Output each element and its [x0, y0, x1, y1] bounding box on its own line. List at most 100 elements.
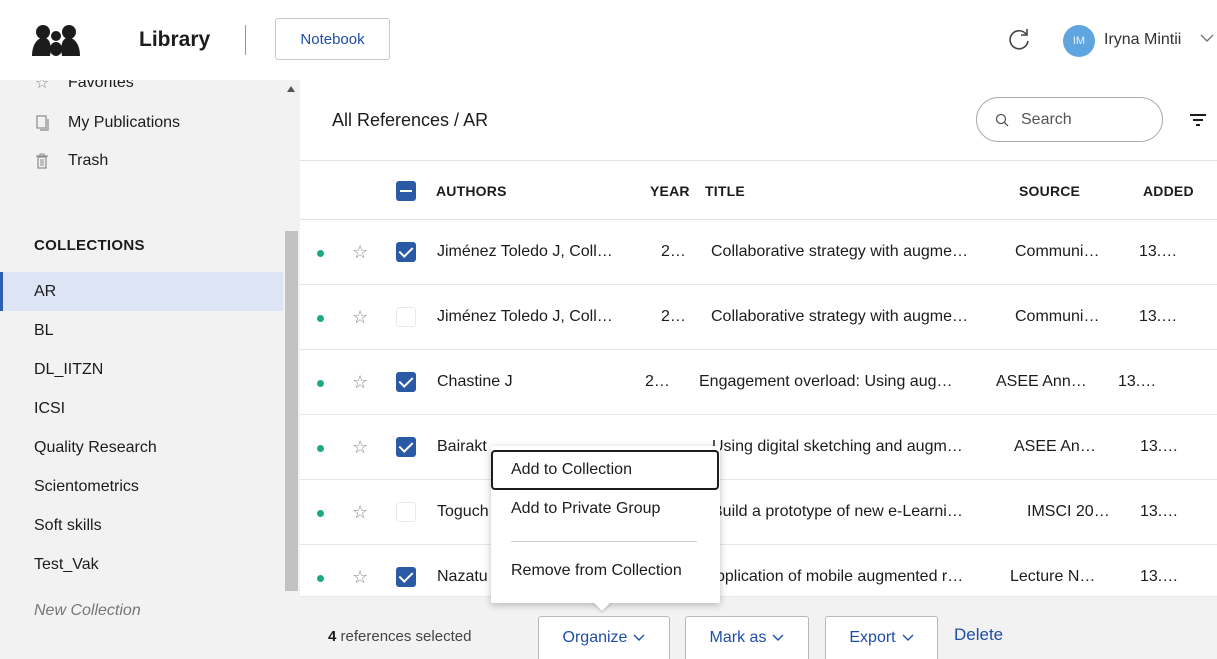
column-header-source[interactable]: SOURCE [1019, 183, 1080, 199]
library-title: Library [139, 28, 211, 51]
scroll-up-arrow-icon[interactable] [287, 86, 295, 92]
cell-authors: Chastine J [437, 373, 513, 390]
trash-icon [34, 153, 50, 169]
sidebar-item-icsi[interactable]: ICSI [0, 389, 283, 428]
menu-caret [592, 601, 612, 611]
sidebar-item-soft-skills[interactable]: Soft skills [0, 506, 283, 545]
column-header-year[interactable]: YEAR [650, 183, 690, 199]
unread-dot [317, 445, 324, 452]
star-icon[interactable]: ☆ [352, 372, 368, 393]
table-row[interactable]: ☆ Toguch Build a prototype of new e-Lear… [300, 480, 1217, 545]
star-icon[interactable]: ☆ [352, 567, 368, 588]
table-row[interactable]: ☆ Jiménez Toledo J, Coll… 2… Collaborati… [300, 220, 1217, 285]
unread-dot [317, 380, 324, 387]
mendeley-logo-icon[interactable] [30, 22, 82, 58]
selection-action-bar: 4 references selected Organize Mark as E… [300, 597, 1217, 659]
star-icon[interactable]: ☆ [352, 437, 368, 458]
cell-year: 2… [645, 373, 670, 390]
notebook-button[interactable]: Notebook [275, 18, 390, 60]
table-row[interactable]: ☆ Bairakt Using digital sketching and au… [300, 415, 1217, 480]
references-panel: All References / AR AUTHORS YEAR TITLE S… [300, 80, 1217, 659]
star-icon: ☆ [34, 80, 50, 92]
organize-button[interactable]: Organize [538, 616, 670, 659]
sidebar-item-favorites[interactable]: ☆ Favorites [0, 80, 283, 102]
selected-count-text: 4 references selected [328, 628, 471, 645]
sidebar-item-label: Favorites [68, 80, 134, 91]
table-row[interactable]: ☆ Chastine J 2… Engagement overload: Usi… [300, 350, 1217, 415]
sidebar-item-scientometrics[interactable]: Scientometrics [0, 467, 283, 506]
cell-authors: Toguch [437, 503, 489, 520]
sidebar-item-dl-iitzn[interactable]: DL_IITZN [0, 350, 283, 389]
star-icon[interactable]: ☆ [352, 242, 368, 263]
menu-item-remove-from-collection[interactable]: Remove from Collection [511, 562, 682, 580]
cell-authors: Bairakt [437, 438, 487, 455]
cell-year: 2… [661, 243, 686, 260]
unread-dot [317, 315, 324, 322]
table-row[interactable]: ☆ Nazatu pplication of mobile augmented … [300, 545, 1217, 597]
chevron-down-icon [772, 634, 784, 641]
unread-dot [317, 250, 324, 257]
row-checkbox[interactable] [396, 242, 416, 262]
select-all-checkbox[interactable] [396, 181, 416, 201]
sidebar: ☆ Favorites My Publications Trash COLLEC… [0, 80, 300, 659]
delete-button[interactable]: Delete [954, 625, 1003, 645]
column-header-authors[interactable]: AUTHORS [436, 183, 507, 199]
cell-title: pplication of mobile augmented r… [716, 568, 964, 585]
table-row[interactable]: ☆ Jiménez Toledo J, Coll… 2… Collaborati… [300, 285, 1217, 350]
sidebar-item-trash[interactable]: Trash [0, 142, 283, 180]
chevron-down-icon[interactable] [1200, 33, 1214, 43]
sidebar-item-test-vak[interactable]: Test_Vak [0, 545, 283, 584]
sync-icon[interactable] [1006, 26, 1032, 52]
sidebar-item-label: My Publications [68, 114, 181, 131]
search-box[interactable] [976, 97, 1163, 142]
cell-source: ASEE Ann… [996, 373, 1087, 390]
cell-title: Build a prototype of new e-Learni… [712, 503, 963, 520]
cell-source: ASEE An… [1014, 438, 1096, 455]
cell-added: 13.… [1140, 438, 1179, 455]
filter-icon[interactable] [1189, 112, 1207, 128]
sidebar-item-bl[interactable]: BL [0, 311, 283, 350]
sidebar-item-ar[interactable]: AR [0, 272, 283, 311]
selected-count-suffix: references selected [336, 628, 472, 645]
row-checkbox[interactable] [396, 437, 416, 457]
document-icon [34, 115, 50, 131]
collections-heading: COLLECTIONS [34, 237, 145, 254]
search-icon [995, 113, 1009, 126]
cell-source: Communi… [1015, 243, 1100, 260]
cell-source: Communi… [1015, 308, 1100, 325]
user-name[interactable]: Iryna Mintii [1104, 31, 1181, 49]
search-input[interactable] [1021, 110, 1141, 129]
cell-title: Collaborative strategy with augme… [711, 243, 969, 260]
row-checkbox[interactable] [396, 307, 416, 327]
new-collection-link[interactable]: New Collection [34, 602, 141, 620]
chevron-down-icon [633, 634, 645, 641]
sidebar-item-quality-research[interactable]: Quality Research [0, 428, 283, 467]
sidebar-item-my-publications[interactable]: My Publications [0, 104, 283, 142]
star-icon[interactable]: ☆ [352, 307, 368, 328]
star-icon[interactable]: ☆ [352, 502, 368, 523]
menu-item-add-to-collection[interactable]: Add to Collection [491, 450, 719, 490]
breadcrumb: All References / AR [332, 110, 489, 130]
row-checkbox[interactable] [396, 372, 416, 392]
unread-dot [317, 510, 324, 517]
cell-year: 2… [661, 308, 686, 325]
cell-added: 13.… [1140, 568, 1179, 585]
mark-as-label: Mark as [709, 629, 767, 646]
export-button[interactable]: Export [825, 616, 938, 659]
sidebar-scrollbar-thumb[interactable] [285, 231, 298, 591]
sidebar-item-label: Trash [68, 152, 109, 169]
cell-source: Lecture N… [1010, 568, 1096, 585]
export-label: Export [849, 629, 896, 646]
row-checkbox[interactable] [396, 502, 416, 522]
column-header-title[interactable]: TITLE [705, 183, 745, 199]
row-checkbox[interactable] [396, 567, 416, 587]
menu-item-add-to-private-group[interactable]: Add to Private Group [511, 500, 660, 518]
mark-as-button[interactable]: Mark as [685, 616, 809, 659]
organize-label: Organize [562, 629, 628, 646]
menu-separator [511, 541, 697, 542]
user-avatar[interactable]: IM [1063, 25, 1095, 57]
column-header-added[interactable]: ADDED [1143, 183, 1194, 199]
cell-authors: Jiménez Toledo J, Coll… [437, 308, 613, 325]
organize-menu: Add to Collection Add to Private Group R… [491, 446, 720, 603]
cell-title: Engagement overload: Using aug… [699, 373, 953, 390]
